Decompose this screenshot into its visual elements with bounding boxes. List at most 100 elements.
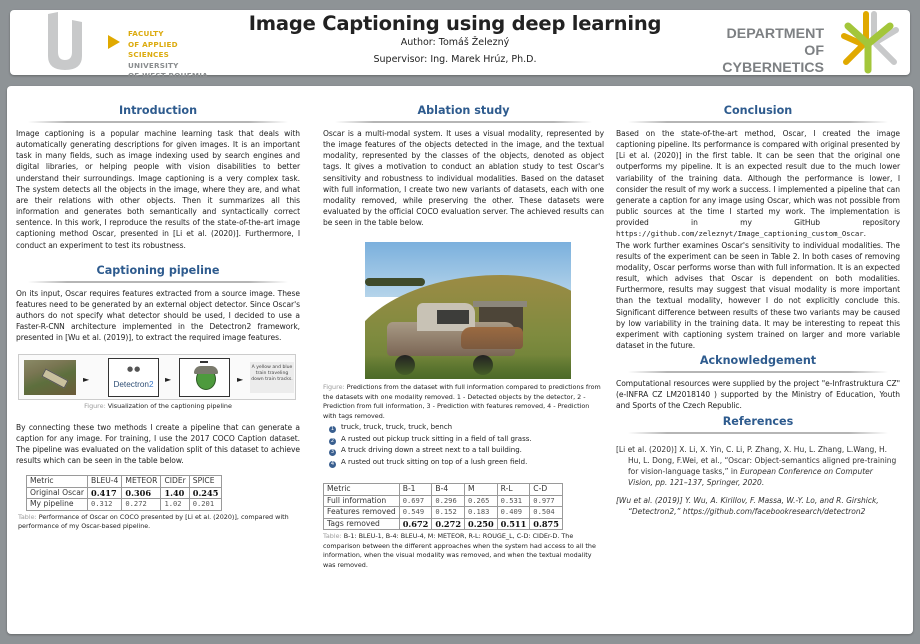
list-item: 2 A rusted out pickup truck sitting in a … — [329, 434, 604, 445]
faculty-line-3: UNIVERSITY — [128, 60, 179, 70]
table-cell: 0.265 — [464, 494, 498, 508]
list-item: 1 truck, truck, truck, truck, bench — [329, 422, 604, 434]
faculty-line-2: OF APPLIED SCIENCES — [128, 39, 178, 60]
table-cell: 0.152 — [431, 506, 466, 519]
section-divider — [28, 121, 288, 123]
table-cell: 0.183 — [464, 506, 498, 519]
truck-figure — [323, 242, 604, 381]
reference-url[interactable]: https://github.com/facebookresearch/dete… — [683, 507, 866, 516]
pipeline-table-caption: Table: Performance of Oscar on COCO pres… — [18, 513, 300, 532]
table-header-cell: C-D — [529, 483, 563, 496]
figure-label: Figure: — [323, 383, 345, 392]
table-cell: 1.40 — [160, 486, 190, 500]
pipeline-text-2: By connecting these two methods I create… — [16, 422, 300, 465]
references-list: [Li et al. (2020)] X. Li, X. Yin, C. Li,… — [616, 444, 900, 518]
cybernetics-logo-icon — [841, 11, 899, 74]
poster-header: FACULTY OF APPLIED SCIENCES UNIVERSITY O… — [10, 10, 910, 80]
table-cell: 0.511 — [496, 517, 531, 531]
table-cell: 0.549 — [398, 506, 433, 519]
row-label: Full information — [323, 494, 400, 508]
table-header-cell: R-L — [496, 483, 531, 496]
column-middle: Ablation study Oscar is a multi-modal sy… — [323, 86, 604, 570]
prediction-text: A rusted out pickup truck sitting in a f… — [341, 434, 532, 443]
bullet-icon: 4 — [329, 460, 336, 468]
section-divider — [335, 121, 592, 123]
table-row: Full information 0.697 0.296 0.265 0.531… — [323, 494, 563, 508]
table-header-row: Metric BLEU-4 METEOR CIDEr SPICE — [25, 475, 223, 488]
table-cell: 0.306 — [121, 486, 162, 500]
truck-figure-caption: Figure: Predictions from the dataset wit… — [323, 383, 604, 421]
table-row: Original Oscar 0.417 0.306 1.40 0.245 — [25, 486, 223, 500]
section-divider — [628, 431, 888, 434]
table-cell: 0.672 — [398, 517, 433, 531]
figure-caption-text: Predictions from the dataset with full i… — [323, 383, 601, 420]
detectron-eyes-icon: ●● — [127, 364, 142, 373]
ablation-table-caption: Table: B-1: BLEU-1, B-4: BLEU-4, M: METE… — [323, 532, 604, 570]
author: Author: Tomáš Železný — [400, 37, 510, 48]
pipeline-figure-caption: Figure: Visualization of the captioning … — [16, 402, 300, 412]
table-cell: 0.697 — [398, 494, 433, 508]
conclusion-text-2: The work further examines Oscar's sensit… — [616, 240, 900, 350]
column-left: Introduction Image captioning is a popul… — [16, 86, 300, 532]
pipeline-title: Captioning pipeline — [96, 263, 220, 277]
foreground-grass — [365, 354, 571, 380]
detectron-label-main: Detectron — [113, 379, 149, 389]
table-cell: 1.02 — [160, 498, 190, 511]
truck-photo — [365, 242, 571, 380]
pipeline-results-table: Metric BLEU-4 METEOR CIDEr SPICE Origina… — [25, 475, 223, 511]
table-header-cell: B-4 — [431, 483, 466, 496]
ablation-text: Oscar is a multi-modal system. It uses a… — [323, 129, 604, 228]
truck-window — [437, 309, 469, 324]
prediction-text: A truck driving down a street next to a … — [341, 446, 522, 455]
section-divider — [628, 121, 888, 123]
acknowledgement-text: Computational resources were supplied by… — [616, 379, 900, 411]
pipeline-text-1: On its input, Oscar requires features ex… — [16, 288, 300, 343]
list-item: 4 A rusted out truck sitting on top of a … — [329, 457, 604, 468]
table-cell: 0.312 — [87, 498, 123, 511]
table-label: Table: — [323, 532, 342, 541]
university-logo-icon — [48, 12, 82, 70]
row-label: Original Oscar — [25, 486, 89, 500]
arrow-icon: ► — [83, 374, 90, 384]
table-cell: 0.531 — [496, 494, 531, 508]
faculty-line-1: FACULTY — [128, 29, 164, 38]
table-cell: 0.417 — [87, 486, 123, 500]
generated-caption: A yellow and blue train traveling down t… — [250, 361, 294, 393]
faculty-line-4: OF WEST BOHEMIA — [128, 71, 208, 81]
department-line-2: CYBERNETICS — [722, 60, 824, 76]
table-header-cell: M — [464, 483, 498, 496]
row-label: Tags removed — [323, 517, 400, 531]
column-right: Conclusion Based on the state-of-the-art… — [616, 86, 900, 523]
detectron2-label: Detectron2 — [109, 380, 158, 389]
table-header-cell: Metric — [25, 475, 89, 488]
acknowledgement-title: Acknowledgement — [699, 354, 817, 368]
faculty-arrow-icon — [108, 35, 120, 49]
detectron-label-num: 2 — [148, 379, 154, 389]
repo-link[interactable]: https://github.com/zeleznyt/Image_captio… — [616, 229, 864, 238]
table-cell: 0.245 — [188, 486, 223, 500]
introduction-title: Introduction — [118, 104, 198, 117]
table-header-cell: BLEU-4 — [87, 475, 123, 488]
table-row: Features removed 0.549 0.152 0.183 0.409… — [323, 506, 563, 519]
supervisor: Supervisor: Ing. Marek Hrúz, Ph.D. — [373, 54, 537, 65]
detectron2-box: ●● Detectron2 — [108, 357, 159, 397]
department-name: DEPARTMENT OF CYBERNETICS — [712, 26, 824, 77]
table-row: My pipeline 0.312 0.272 1.02 0.201 — [25, 498, 223, 511]
row-label: My pipeline — [25, 498, 89, 511]
table-caption-text: Performance of Oscar on COCO presented b… — [18, 512, 289, 531]
table-label: Table: — [18, 512, 37, 521]
table-header-cell: SPICE — [188, 475, 223, 488]
table-cell: 0.250 — [464, 517, 498, 531]
table-header-cell: CIDEr — [160, 475, 190, 488]
reference-key: [Wu et al. (2019)] — [616, 495, 683, 505]
figure-label: Figure: — [84, 401, 106, 410]
title-block: Image Captioning using deep learning Aut… — [230, 10, 680, 65]
section-divider — [628, 371, 888, 374]
table-cell: 0.875 — [529, 517, 563, 531]
pipeline-figure: ► ●● Detectron2 ► ► A yellow and blue tr… — [16, 353, 300, 414]
table-cell: 0.272 — [431, 517, 466, 531]
table-cell: 0.409 — [496, 506, 531, 519]
table-header-cell: B-1 — [398, 483, 433, 496]
prediction-text: A rusted out truck sitting on top of a l… — [341, 457, 528, 466]
faculty-name: FACULTY OF APPLIED SCIENCES UNIVERSITY O… — [128, 29, 213, 82]
